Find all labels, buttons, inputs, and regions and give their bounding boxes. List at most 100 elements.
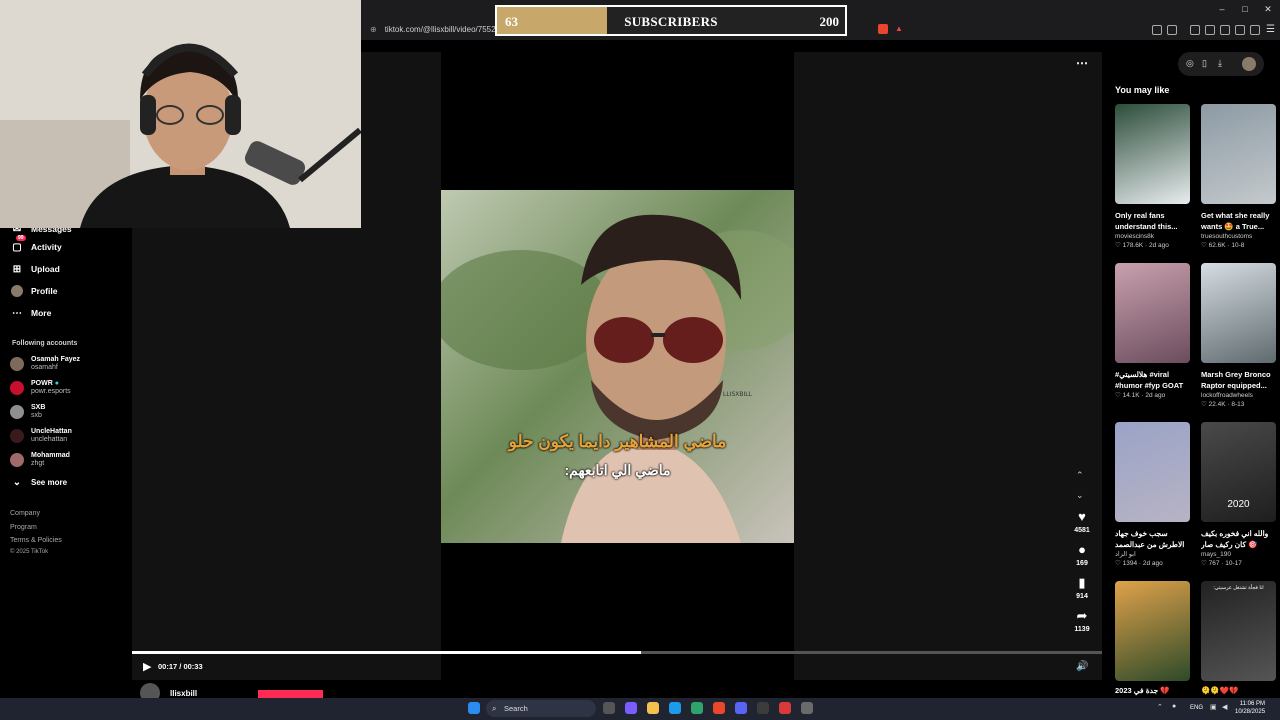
comment-button[interactable]: ● 169 [1068, 543, 1096, 568]
recommendation-caption[interactable]: 🫠🫠❤️💔 [1201, 685, 1276, 697]
recommendation-card[interactable]: 2023 جدة في 💔 [1115, 581, 1190, 697]
recommendation-thumbnail[interactable]: 2020 [1201, 422, 1276, 522]
save-button[interactable]: ▮ 914 [1068, 576, 1096, 601]
network-icon[interactable]: ▣ [1210, 703, 1217, 711]
next-video-button[interactable]: ⌄ [1076, 490, 1084, 501]
recommendation-caption[interactable]: سجب خوف جهاد الاطرش من عبدالصمد 😂😂... [1115, 528, 1190, 550]
tray-chevron-icon[interactable]: ⌃ [1157, 703, 1163, 711]
account-item[interactable]: Mohammad zhgt [10, 452, 70, 468]
account-item[interactable]: UncleHattan unclehattan [10, 428, 72, 444]
compass-icon[interactable]: ◎ [1186, 58, 1194, 69]
recommendation-author[interactable]: lockoffroadwheels [1201, 391, 1276, 400]
speaker-icon[interactable]: ◀ [1222, 703, 1227, 711]
store-icon[interactable] [691, 702, 703, 714]
lock-icon: ⊕ [370, 25, 377, 34]
task-view-icon[interactable] [603, 702, 615, 714]
recommendation-card[interactable]: Marsh Grey Bronco Raptor equipped... lock… [1201, 263, 1276, 410]
previous-video-button[interactable]: ⌃ [1076, 470, 1084, 481]
creator-row[interactable]: llisxbill [140, 683, 197, 703]
recommendation-thumbnail[interactable] [1115, 581, 1190, 681]
microphone-icon[interactable]: ● [1172, 703, 1176, 710]
maximize-button[interactable]: □ [1235, 4, 1255, 14]
subscribers-label: SUBSCRIBERS [624, 14, 718, 29]
recommendation-author[interactable]: truesouthcustoms [1201, 232, 1276, 241]
recommendation-stats: ♡ 767 · 10-17 [1201, 560, 1242, 567]
see-more-label: See more [31, 477, 68, 487]
sidebar-item-label: Activity [31, 242, 62, 252]
video-progress-bar[interactable] [132, 651, 1102, 654]
shield-icon[interactable] [1250, 25, 1260, 35]
user-avatar[interactable] [1242, 57, 1256, 71]
taskbar-search[interactable]: ⌕ Search [486, 700, 596, 717]
minimize-button[interactable]: – [1212, 4, 1232, 14]
taskbar [0, 698, 1280, 720]
creator-name[interactable]: llisxbill [170, 689, 197, 698]
sidebar-toggle-icon[interactable] [1205, 25, 1215, 35]
account-item[interactable]: POWR ● powr.esports [10, 380, 71, 396]
recommendation-thumbnail[interactable] [1115, 263, 1190, 363]
play-icon[interactable]: ▶ [143, 660, 151, 673]
menu-icon[interactable]: ☰ [1266, 24, 1275, 35]
footer-link-terms[interactable]: Terms & Policies [10, 537, 62, 544]
brave-icon[interactable] [713, 702, 725, 714]
more-options-icon[interactable]: ⋯ [1076, 56, 1088, 70]
sidebar-item-more[interactable]: ⋯ More [10, 304, 51, 322]
recommendation-caption[interactable]: Only real fans understand this... [1115, 210, 1190, 232]
brave-rewards-icon[interactable]: ▲ [895, 24, 903, 33]
footer-link-company[interactable]: Company [10, 510, 40, 517]
recommendation-author[interactable]: moviescins8k [1115, 232, 1190, 241]
account-item[interactable]: SXB sxb [10, 404, 45, 420]
account-avatar [10, 453, 24, 467]
recommendation-caption[interactable]: #هلالسيتي #viral #humor #fyp GOAT 🐐 [1115, 369, 1190, 391]
copilot-icon[interactable] [625, 702, 637, 714]
volume-icon[interactable]: 🔊 [1076, 661, 1088, 672]
heart-icon: ♥ [1078, 509, 1086, 524]
recommendation-card[interactable]: #هلالسيتي #viral #humor #fyp GOAT 🐐♡ 14.… [1115, 263, 1190, 401]
recommendation-thumbnail[interactable] [1201, 104, 1276, 204]
terminal-icon[interactable] [757, 702, 769, 714]
recommendation-card[interactable]: سجب خوف جهاد الاطرش من عبدالصمد 😂😂...ابو… [1115, 422, 1190, 569]
recommendation-caption[interactable]: Marsh Grey Bronco Raptor equipped... [1201, 369, 1276, 391]
download-icon[interactable] [1235, 25, 1245, 35]
recommendation-card[interactable]: انا فجأة تشتغل عرسيتي: 🫠🫠❤️💔 [1201, 581, 1276, 697]
recommendation-caption[interactable]: والله اني فخوره بكيف كان ركيف صار 🎯 #kic… [1201, 528, 1276, 550]
recommendation-card[interactable]: 2020 والله اني فخوره بكيف كان ركيف صار 🎯 … [1201, 422, 1276, 569]
language-indicator[interactable]: ENG [1190, 705, 1203, 711]
obs-icon[interactable] [779, 702, 791, 714]
footer-link-program[interactable]: Program [10, 524, 37, 531]
extension-icon[interactable] [1152, 25, 1162, 35]
recommendation-author[interactable]: mays_190 [1201, 550, 1276, 559]
sidebar-item-activity[interactable]: ▢ 99 Activity [10, 235, 62, 256]
account-item[interactable]: Osamah Fayez osamahf [10, 356, 80, 372]
start-button-icon[interactable] [468, 702, 480, 714]
sidebar-item-profile[interactable]: Profile [10, 282, 57, 300]
music-icon[interactable] [1190, 25, 1200, 35]
phone-icon[interactable]: ▯ [1202, 58, 1207, 69]
brave-shield-icon[interactable] [878, 24, 888, 34]
recommendation-card[interactable]: Get what she really wants 🤩 a True... tru… [1201, 104, 1276, 251]
recommendation-card[interactable]: Only real fans understand this... moviesc… [1115, 104, 1190, 251]
account-avatar [10, 429, 24, 443]
activity-badge: 99 [16, 235, 26, 241]
discord-icon[interactable] [735, 702, 747, 714]
recommendation-thumbnail[interactable] [1115, 104, 1190, 204]
screenshot-icon[interactable] [1167, 25, 1177, 35]
recommendation-author[interactable]: ابو الزاد [1115, 550, 1190, 559]
like-button[interactable]: ♥ 4581 [1068, 509, 1096, 535]
edge-icon[interactable] [669, 702, 681, 714]
see-more-button[interactable]: ⌄ See more [10, 473, 67, 491]
download-icon[interactable]: ⤓ [1218, 58, 1222, 69]
taskbar-clock[interactable]: 11:06 PM 10/28/2025 [1235, 700, 1265, 716]
recommendation-caption[interactable]: Get what she really wants 🤩 a True... [1201, 210, 1276, 232]
recommendation-thumbnail[interactable] [1115, 422, 1190, 522]
file-explorer-icon[interactable] [647, 702, 659, 714]
sidebar-item-upload[interactable]: ⊞ Upload [10, 260, 60, 278]
app-icon[interactable] [801, 702, 813, 714]
share-button[interactable]: ➦ 1139 [1068, 609, 1096, 634]
wallet-icon[interactable] [1220, 25, 1230, 35]
recommendation-thumbnail[interactable] [1201, 263, 1276, 363]
video-frame[interactable]: LLISXBILL [441, 190, 794, 543]
recommendation-thumbnail[interactable]: انا فجأة تشتغل عرسيتي: [1201, 581, 1276, 681]
recommendation-caption[interactable]: 2023 جدة في 💔 [1115, 685, 1190, 697]
close-window-button[interactable]: ✕ [1258, 4, 1278, 15]
